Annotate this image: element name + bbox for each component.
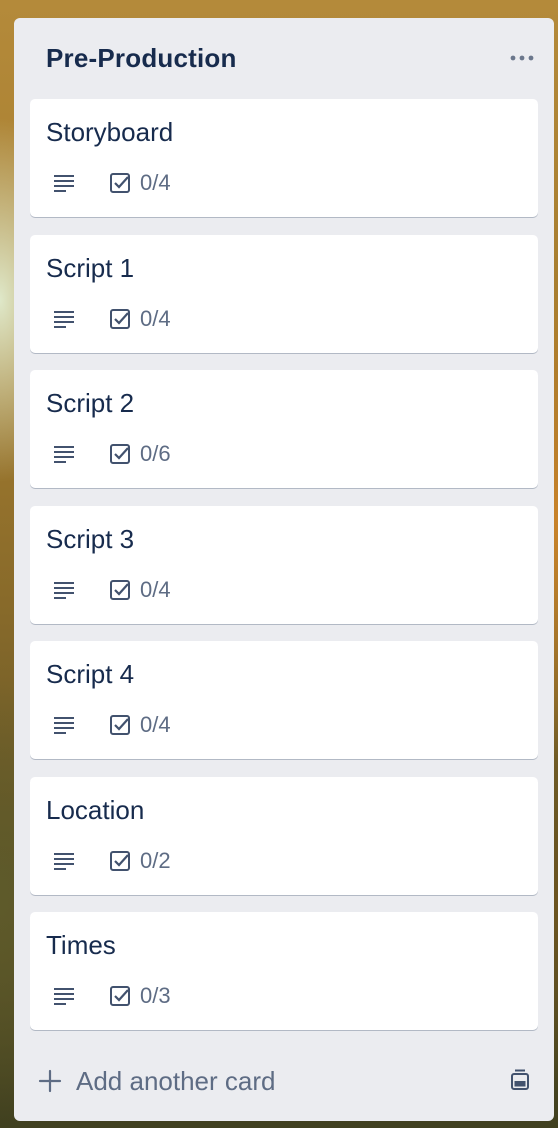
card-badges: 0/6 [52, 440, 171, 468]
card-badges: 0/4 [52, 576, 171, 604]
description-icon [52, 172, 76, 194]
checklist-icon [108, 713, 132, 737]
checklist-icon [108, 171, 132, 195]
checklist-count: 0/4 [140, 305, 171, 331]
checklist-badge: 0/4 [108, 170, 171, 196]
card-script-3[interactable]: Script 3 0/4 [30, 505, 538, 624]
card-title: Storyboard [46, 117, 174, 147]
checklist-count: 0/3 [140, 983, 171, 1008]
description-icon [52, 443, 76, 465]
checklist-icon [108, 442, 132, 466]
card-script-2[interactable]: Script 2 0/6 [30, 370, 538, 488]
card-template-icon [511, 1069, 529, 1090]
card-badges: 0/4 [52, 711, 171, 739]
card-list: Storyboard 0/4 Script 1 0/4 Script 2 0/6… [30, 99, 538, 1048]
card-title: Times [46, 930, 116, 960]
more-horizontal-icon [510, 55, 534, 61]
list-header: Pre-Production [14, 18, 554, 98]
card-badges: 0/4 [52, 305, 171, 333]
add-card-button[interactable]: Add another card [38, 1058, 275, 1104]
card-title: Script 4 [46, 659, 135, 689]
checklist-badge: 0/4 [108, 306, 171, 332]
card-script-1[interactable]: Script 1 0/4 [30, 234, 538, 353]
checklist-badge: 0/6 [108, 441, 171, 467]
list-pre-production: Pre-Production Storyboard 0/4 Script 1 0… [14, 18, 554, 1121]
card-title: Script 1 [46, 252, 135, 283]
card-title: Script 2 [46, 388, 135, 418]
checklist-count: 0/4 [140, 170, 171, 195]
add-card-label: Add another card [76, 1065, 276, 1096]
checklist-count: 0/2 [140, 847, 171, 873]
card-badges: 0/4 [52, 169, 171, 197]
description-icon [52, 308, 76, 330]
create-from-template-button[interactable] [502, 1064, 538, 1098]
list-title[interactable]: Pre-Production [46, 43, 237, 74]
card-script-4[interactable]: Script 4 0/4 [30, 641, 538, 759]
card-title: Location [46, 794, 145, 825]
checklist-badge: 0/4 [108, 712, 171, 738]
card-badges: 0/2 [52, 847, 171, 875]
checklist-count: 0/6 [140, 441, 171, 466]
checklist-icon [108, 578, 132, 602]
card-storyboard[interactable]: Storyboard 0/4 [30, 99, 538, 217]
checklist-count: 0/4 [140, 712, 171, 737]
description-icon [52, 579, 76, 601]
card-location[interactable]: Location 0/2 [30, 776, 538, 895]
checklist-badge: 0/4 [108, 577, 171, 603]
plus-icon [38, 1069, 62, 1093]
description-icon [52, 985, 76, 1007]
list-footer: Add another card [14, 1048, 554, 1114]
description-icon [52, 714, 76, 736]
checklist-icon [108, 307, 132, 331]
card-title: Script 3 [46, 523, 135, 554]
checklist-badge: 0/3 [108, 983, 171, 1009]
description-icon [52, 850, 76, 872]
checklist-icon [108, 984, 132, 1008]
card-badges: 0/3 [52, 982, 171, 1010]
card-times[interactable]: Times 0/3 [30, 912, 538, 1030]
checklist-badge: 0/2 [108, 848, 171, 874]
checklist-count: 0/4 [140, 576, 171, 602]
checklist-icon [108, 849, 132, 873]
list-menu-button[interactable] [504, 42, 540, 74]
